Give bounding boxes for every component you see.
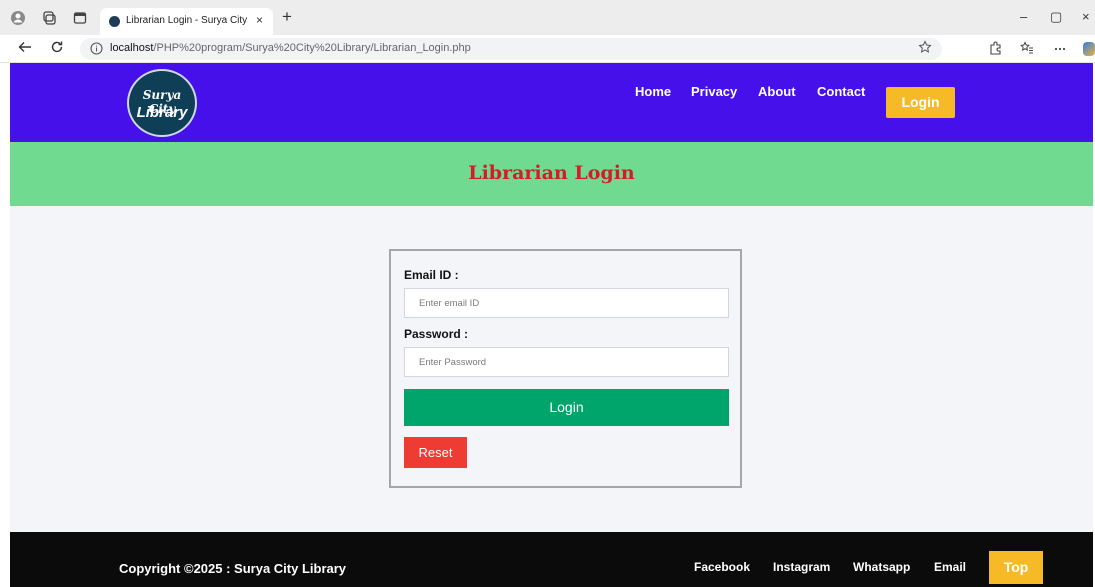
new-tab-icon[interactable]: + [282,7,292,27]
login-button[interactable]: Login [404,389,729,426]
browser-tab-bar: Librarian Login - Surya City Library × +… [0,0,1095,35]
profile-icon[interactable] [10,10,26,26]
back-icon[interactable] [18,40,32,58]
nav-link-about[interactable]: About [758,84,796,99]
page-title: Librarian Login [468,162,635,184]
password-label: Password : [404,327,469,341]
more-icon[interactable] [1053,41,1067,58]
footer-link-whatsapp[interactable]: Whatsapp [853,560,910,574]
tab-title: Librarian Login - Surya City Library [126,15,250,26]
favorite-star-icon[interactable] [918,40,932,57]
back-to-top-button[interactable]: Top [989,551,1043,584]
tab-close-icon[interactable]: × [256,13,263,27]
main-content: Email ID : Password : Login Reset [10,206,1093,532]
nav-login-button[interactable]: Login [886,87,955,118]
site-navbar: Surya City Library Home Privacy About Co… [10,63,1093,142]
minimize-icon[interactable]: – [1020,9,1027,24]
reset-button[interactable]: Reset [404,437,467,468]
copyright-text: Copyright ©2025 : Surya City Library [119,561,347,576]
url-host: localhost [110,42,154,54]
info-icon[interactable] [90,42,103,58]
site-footer: Copyright ©2025 : Surya City Library Fac… [10,532,1093,587]
browser-tab[interactable]: Librarian Login - Surya City Library × [100,8,273,35]
librarian-login-form: Email ID : Password : Login Reset [389,249,742,488]
copilot-icon[interactable] [1083,42,1095,56]
nav-link-contact[interactable]: Contact [817,84,865,99]
favorites-icon[interactable] [1020,41,1034,58]
email-field[interactable] [404,288,729,318]
workspaces-icon[interactable] [41,10,57,26]
footer-link-instagram[interactable]: Instagram [773,560,830,574]
page-banner: Librarian Login [10,142,1093,206]
tab-actions-icon[interactable] [72,10,88,26]
footer-link-facebook[interactable]: Facebook [694,560,750,574]
maximize-icon[interactable]: ▢ [1050,9,1062,25]
url-path: /PHP%20program/Surya%20City%20Library/Li… [153,42,471,54]
extensions-icon[interactable] [988,41,1002,58]
nav-link-home[interactable]: Home [635,84,671,99]
url-text: localhost/PHP%20program/Surya%20City%20L… [110,42,471,54]
site-logo[interactable]: Surya City Library [127,69,197,137]
url-field[interactable]: localhost/PHP%20program/Surya%20City%20L… [80,38,942,60]
footer-link-email[interactable]: Email [934,560,966,574]
browser-address-bar: localhost/PHP%20program/Surya%20City%20L… [0,35,1095,63]
password-field[interactable] [404,347,729,377]
logo-line2: Library [136,104,188,121]
window-close-icon[interactable]: × [1082,9,1090,24]
site-favicon-icon [109,16,120,27]
nav-link-privacy[interactable]: Privacy [691,84,737,99]
email-label: Email ID : [404,268,459,282]
refresh-icon[interactable] [50,40,64,58]
